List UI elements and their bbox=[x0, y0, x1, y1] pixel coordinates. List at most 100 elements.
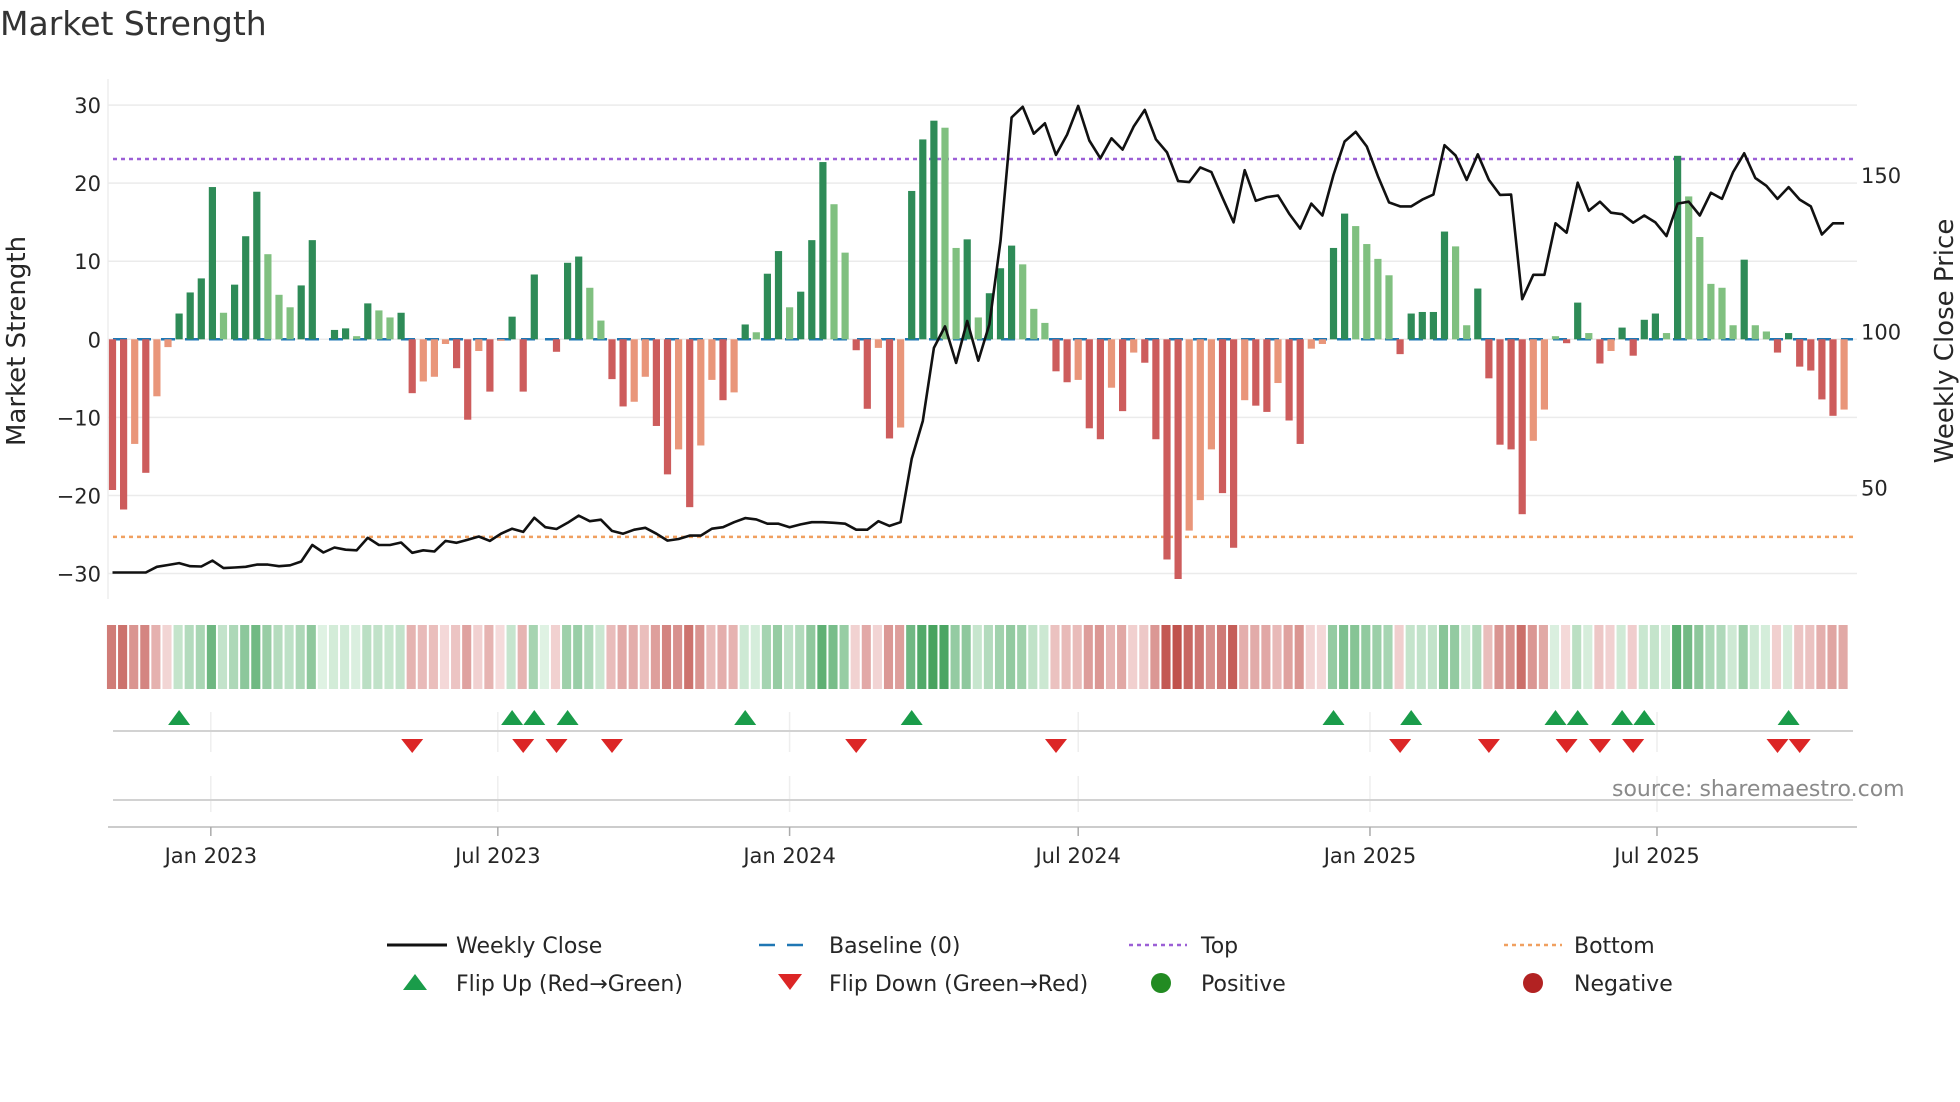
heat-cell bbox=[1250, 625, 1260, 689]
heat-cell bbox=[617, 625, 627, 689]
strength-bar bbox=[919, 139, 927, 340]
heat-cell bbox=[1738, 625, 1748, 689]
heat-cell bbox=[495, 625, 505, 689]
heat-cell bbox=[1172, 625, 1182, 689]
flip-down-marker bbox=[601, 739, 623, 753]
strength-bar bbox=[1740, 259, 1748, 340]
heat-cell bbox=[1028, 625, 1038, 689]
strength-bar bbox=[386, 317, 394, 340]
strength-bar bbox=[1707, 283, 1715, 340]
y-tick-label: 10 bbox=[74, 250, 101, 274]
heat-cell bbox=[517, 625, 527, 689]
heat-cell bbox=[1261, 625, 1271, 689]
strength-bar bbox=[930, 120, 938, 340]
legend-item-dot-bottom: Bottom bbox=[1504, 934, 1655, 959]
legend-item-dot-pos: Positive bbox=[1151, 972, 1286, 997]
heat-cell bbox=[273, 625, 283, 689]
heat-cell bbox=[1039, 625, 1049, 689]
strength-bar bbox=[841, 252, 849, 340]
strength-bar bbox=[197, 278, 205, 340]
heat-cell bbox=[1239, 625, 1249, 689]
flip-up-marker bbox=[1566, 710, 1589, 725]
heat-cell bbox=[1139, 625, 1149, 689]
heat-cell bbox=[1527, 625, 1537, 689]
heat-cell bbox=[1683, 625, 1693, 689]
strength-bar bbox=[1496, 339, 1504, 445]
heat-cell bbox=[1627, 625, 1637, 689]
strength-bar bbox=[586, 287, 594, 340]
y-tick-label: −30 bbox=[57, 563, 101, 587]
legend-circle-icon bbox=[1151, 973, 1171, 993]
legend: Weekly Close Baseline (0) Top Bottom Flip Up… bbox=[387, 934, 1673, 997]
heat-cell bbox=[129, 625, 139, 689]
strength-bar bbox=[1196, 339, 1204, 501]
flip-up-marker bbox=[501, 710, 524, 725]
heat-cell bbox=[1327, 625, 1338, 689]
heat-strip bbox=[106, 625, 1848, 689]
strength-bar bbox=[1429, 311, 1437, 340]
heat-cell bbox=[206, 625, 216, 689]
flip-down-marker bbox=[1555, 739, 1578, 753]
heat-cell bbox=[1194, 625, 1204, 689]
strength-bar bbox=[1796, 339, 1804, 367]
strength-bar bbox=[330, 329, 339, 340]
heat-cell bbox=[240, 625, 250, 689]
strength-bar bbox=[675, 339, 683, 450]
legend-label: Flip Up (Red→Green) bbox=[456, 972, 683, 997]
heat-cell bbox=[1771, 625, 1782, 689]
flip-up-marker bbox=[1400, 710, 1423, 725]
strength-bar bbox=[1629, 339, 1637, 356]
strength-bar bbox=[342, 328, 350, 340]
x-tick-label: Jan 2025 bbox=[1322, 844, 1417, 868]
strength-bar bbox=[1329, 247, 1338, 340]
strength-bar bbox=[1318, 339, 1326, 344]
heat-cell bbox=[373, 625, 383, 689]
heat-cell bbox=[550, 625, 561, 689]
strength-bar bbox=[131, 339, 139, 444]
legend-label: Flip Down (Green→Red) bbox=[829, 972, 1088, 997]
strength-bar bbox=[1296, 339, 1304, 444]
heat-cell bbox=[684, 625, 694, 689]
heat-cell bbox=[939, 625, 949, 689]
heat-cell bbox=[351, 625, 361, 689]
flip-down-marker bbox=[545, 739, 568, 753]
legend-item-line: Weekly Close bbox=[387, 934, 602, 959]
strength-bar bbox=[730, 339, 738, 393]
heat-cell bbox=[1405, 625, 1415, 689]
heat-cell bbox=[140, 625, 150, 689]
strength-bar bbox=[774, 251, 783, 340]
heat-cell bbox=[295, 625, 305, 689]
heat-cell bbox=[928, 625, 938, 689]
heat-cell bbox=[384, 625, 394, 689]
heat-cell bbox=[1006, 625, 1016, 689]
legend-circle-icon bbox=[1523, 973, 1543, 993]
y-tick-label: 30 bbox=[74, 94, 101, 118]
heat-cell bbox=[750, 625, 760, 689]
strength-bar bbox=[608, 339, 616, 380]
strength-bar bbox=[1640, 319, 1648, 340]
heat-cell bbox=[484, 625, 494, 689]
heat-cell bbox=[1350, 625, 1360, 689]
heat-cell bbox=[1794, 625, 1804, 689]
strength-bar bbox=[419, 339, 427, 382]
strength-bar bbox=[1207, 339, 1215, 450]
strength-bar bbox=[1174, 339, 1182, 579]
heat-cell bbox=[1816, 625, 1826, 689]
strength-bar bbox=[1407, 313, 1415, 340]
strength-bar bbox=[1518, 339, 1526, 515]
heat-cell bbox=[1094, 625, 1104, 689]
heat-cell bbox=[1272, 625, 1282, 689]
strength-bar bbox=[619, 339, 627, 407]
legend-item-dash: Baseline (0) bbox=[759, 934, 960, 959]
heat-cell bbox=[1283, 625, 1293, 689]
heat-cell bbox=[217, 625, 228, 689]
strength-bar bbox=[441, 339, 450, 344]
y-tick-label: −20 bbox=[57, 484, 101, 508]
strength-bar bbox=[1230, 339, 1238, 548]
strength-bar bbox=[797, 291, 805, 340]
flip-down-marker bbox=[1389, 739, 1412, 753]
strength-bar bbox=[1463, 325, 1471, 340]
strength-bar bbox=[308, 240, 316, 340]
strength-bar bbox=[1585, 333, 1593, 340]
strength-bar bbox=[1452, 246, 1460, 340]
